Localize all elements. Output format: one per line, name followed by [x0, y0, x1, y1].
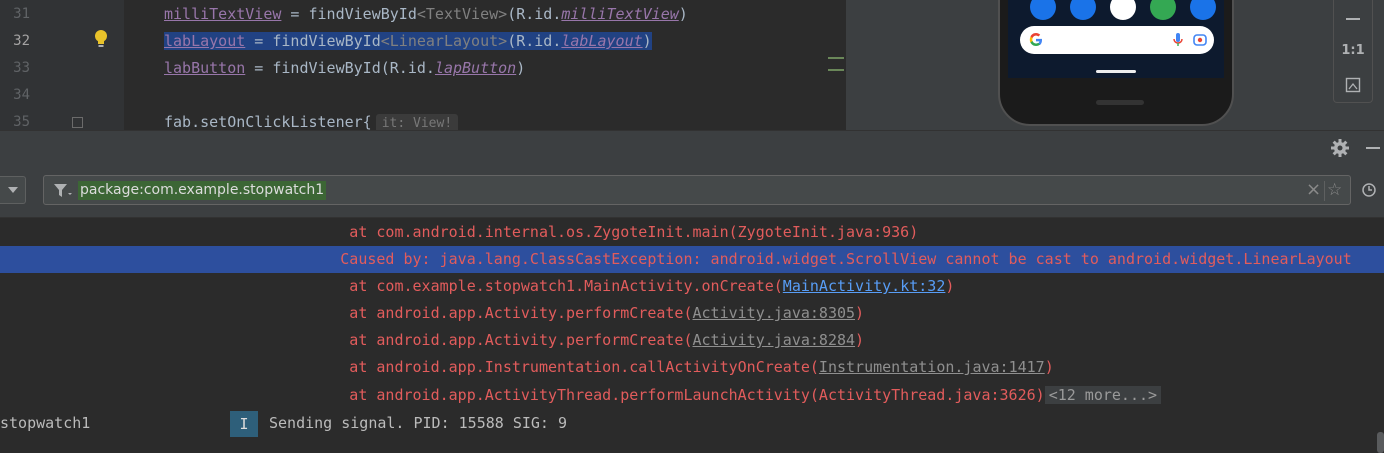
- code-generic: <LinearLayout>: [380, 32, 508, 50]
- code-text: ): [678, 5, 688, 23]
- zoom-actual-size-button[interactable]: 1:1: [1334, 43, 1372, 58]
- source-link[interactable]: Activity.java:8305: [692, 304, 855, 322]
- zoom-out-icon[interactable]: [1346, 18, 1360, 20]
- code-generic: <TextView>: [416, 5, 508, 23]
- code-text: fab.setOnClickListener{: [164, 113, 372, 130]
- code-id: milliTextView: [561, 5, 679, 23]
- app-icon: [1110, 0, 1136, 20]
- log-line[interactable]: at com.example.stopwatch1.MainActivity.o…: [0, 273, 1384, 300]
- app-icon: [1030, 0, 1056, 20]
- log-text: at android.app.ActivityThread.performLau…: [259, 386, 1045, 404]
- log-text: at com.example.stopwatch1.MainActivity.o…: [259, 277, 783, 295]
- line-number: 34: [13, 87, 30, 103]
- log-text: ): [945, 277, 955, 295]
- log-text: ): [855, 304, 865, 322]
- change-marker: [828, 69, 844, 71]
- log-line[interactable]: stopwatch1 Sending signal. PID: 15588 SIG…: [0, 410, 1384, 437]
- log-text: ): [1044, 358, 1054, 376]
- google-g-icon: [1029, 33, 1042, 46]
- code-text: = findViewById: [245, 59, 381, 77]
- code-text: ): [642, 32, 652, 50]
- fold-toggle-icon[interactable]: [72, 117, 83, 128]
- log-text: at com.android.internal.os.ZygoteInit.ma…: [259, 223, 919, 241]
- favorite-filter-icon[interactable]: ☆: [1327, 179, 1342, 201]
- lens-icon: [1193, 34, 1207, 46]
- log-level-badge: I: [230, 411, 258, 437]
- gear-icon[interactable]: [1330, 138, 1350, 158]
- code-text: = findViewById: [245, 32, 381, 50]
- code-text: (R.id.: [507, 5, 562, 23]
- line-number: 33: [13, 60, 30, 76]
- log-message: Sending signal. PID: 15588 SIG: 9: [269, 414, 568, 432]
- source-link[interactable]: Instrumentation.java:1417: [819, 358, 1045, 376]
- gesture-nav-bar: [1096, 70, 1136, 73]
- log-text: at android.app.Activity.performCreate(: [259, 331, 693, 349]
- expand-more-button[interactable]: <12 more...>: [1044, 386, 1162, 404]
- code-var: labButton: [164, 59, 246, 77]
- log-line[interactable]: at com.android.internal.os.ZygoteInit.ma…: [0, 219, 1384, 246]
- log-line[interactable]: at android.app.Instrumentation.callActiv…: [0, 354, 1384, 381]
- log-line[interactable]: at android.app.Activity.performCreate(Ac…: [0, 327, 1384, 354]
- divider: [1324, 181, 1325, 201]
- lightbulb-icon[interactable]: [93, 29, 109, 49]
- line-number: 35: [13, 114, 30, 130]
- code-line: fab.setOnClickListener{it: View!: [164, 108, 459, 130]
- parameter-hint: it: View!: [375, 114, 459, 130]
- hide-panel-icon[interactable]: [1366, 147, 1380, 149]
- preview-zoom-toolbar: 1:1: [1333, 0, 1373, 103]
- device-frame: [998, 0, 1234, 126]
- log-text: at android.app.Instrumentation.callActiv…: [259, 358, 819, 376]
- log-line-selected[interactable]: Caused by: java.lang.ClassCastException:…: [0, 246, 1384, 273]
- filter-query-text: package:com.example.stopwatch1: [78, 181, 327, 200]
- source-link[interactable]: MainActivity.kt:32: [783, 277, 946, 295]
- code-line: labButton = findViewById(R.id.lapButton): [164, 54, 525, 82]
- code-editor[interactable]: 31 32 33 34 35 milliTextView = findViewB…: [0, 0, 846, 130]
- log-tag: stopwatch1: [0, 414, 91, 432]
- log-line[interactable]: at android.app.Activity.performCreate(Ac…: [0, 300, 1384, 327]
- logcat-filter-bar: package:com.example.stopwatch1 × ☆: [0, 164, 1384, 218]
- editor-gutter: 31 32 33 34 35: [0, 0, 124, 130]
- code-line: milliTextView = findViewById<TextView>(R…: [164, 0, 688, 28]
- filter-input[interactable]: package:com.example.stopwatch1 × ☆: [43, 175, 1351, 205]
- source-link[interactable]: Activity.java:8284: [692, 331, 855, 349]
- line-number: 32: [13, 33, 30, 49]
- code-var: milliTextView: [164, 5, 282, 23]
- code-text: (R.id.: [507, 32, 562, 50]
- log-text: ): [855, 331, 865, 349]
- app-icon: [1150, 0, 1176, 20]
- filter-icon[interactable]: [53, 183, 73, 199]
- history-icon[interactable]: [1358, 175, 1381, 205]
- device-screen: [1008, 0, 1224, 78]
- log-text: Caused by: java.lang.ClassCastException:…: [259, 250, 1352, 268]
- log-level-dropdown[interactable]: [0, 176, 26, 204]
- device-speaker: [1096, 100, 1144, 105]
- code-var: labLayout: [164, 32, 246, 50]
- code-text: (R.id.: [380, 59, 435, 77]
- logcat-output[interactable]: at com.android.internal.os.ZygoteInit.ma…: [0, 218, 1384, 453]
- code-id: lapButton: [434, 59, 517, 77]
- code-text: = findViewById: [281, 5, 417, 23]
- code-line-highlighted: labLayout = findViewById<LinearLayout>(R…: [164, 27, 652, 55]
- google-search-bar: [1020, 26, 1214, 54]
- line-number: 31: [13, 6, 30, 22]
- log-line[interactable]: at android.app.ActivityThread.performLau…: [0, 382, 1384, 409]
- code-id: labLayout: [561, 32, 643, 50]
- clear-filter-icon[interactable]: ×: [1306, 179, 1321, 201]
- microphone-icon: [1173, 33, 1183, 46]
- log-text: at android.app.Activity.performCreate(: [259, 304, 693, 322]
- change-marker: [828, 57, 844, 59]
- zoom-to-fit-icon[interactable]: [1345, 77, 1361, 93]
- code-text: ): [516, 59, 526, 77]
- logcat-header: [0, 130, 1384, 165]
- layout-preview-panel: 1:1: [846, 0, 1384, 130]
- app-icon: [1190, 0, 1216, 20]
- app-icon: [1070, 0, 1096, 20]
- vertical-scrollbar[interactable]: [1377, 432, 1384, 453]
- chevron-down-icon: [8, 187, 18, 193]
